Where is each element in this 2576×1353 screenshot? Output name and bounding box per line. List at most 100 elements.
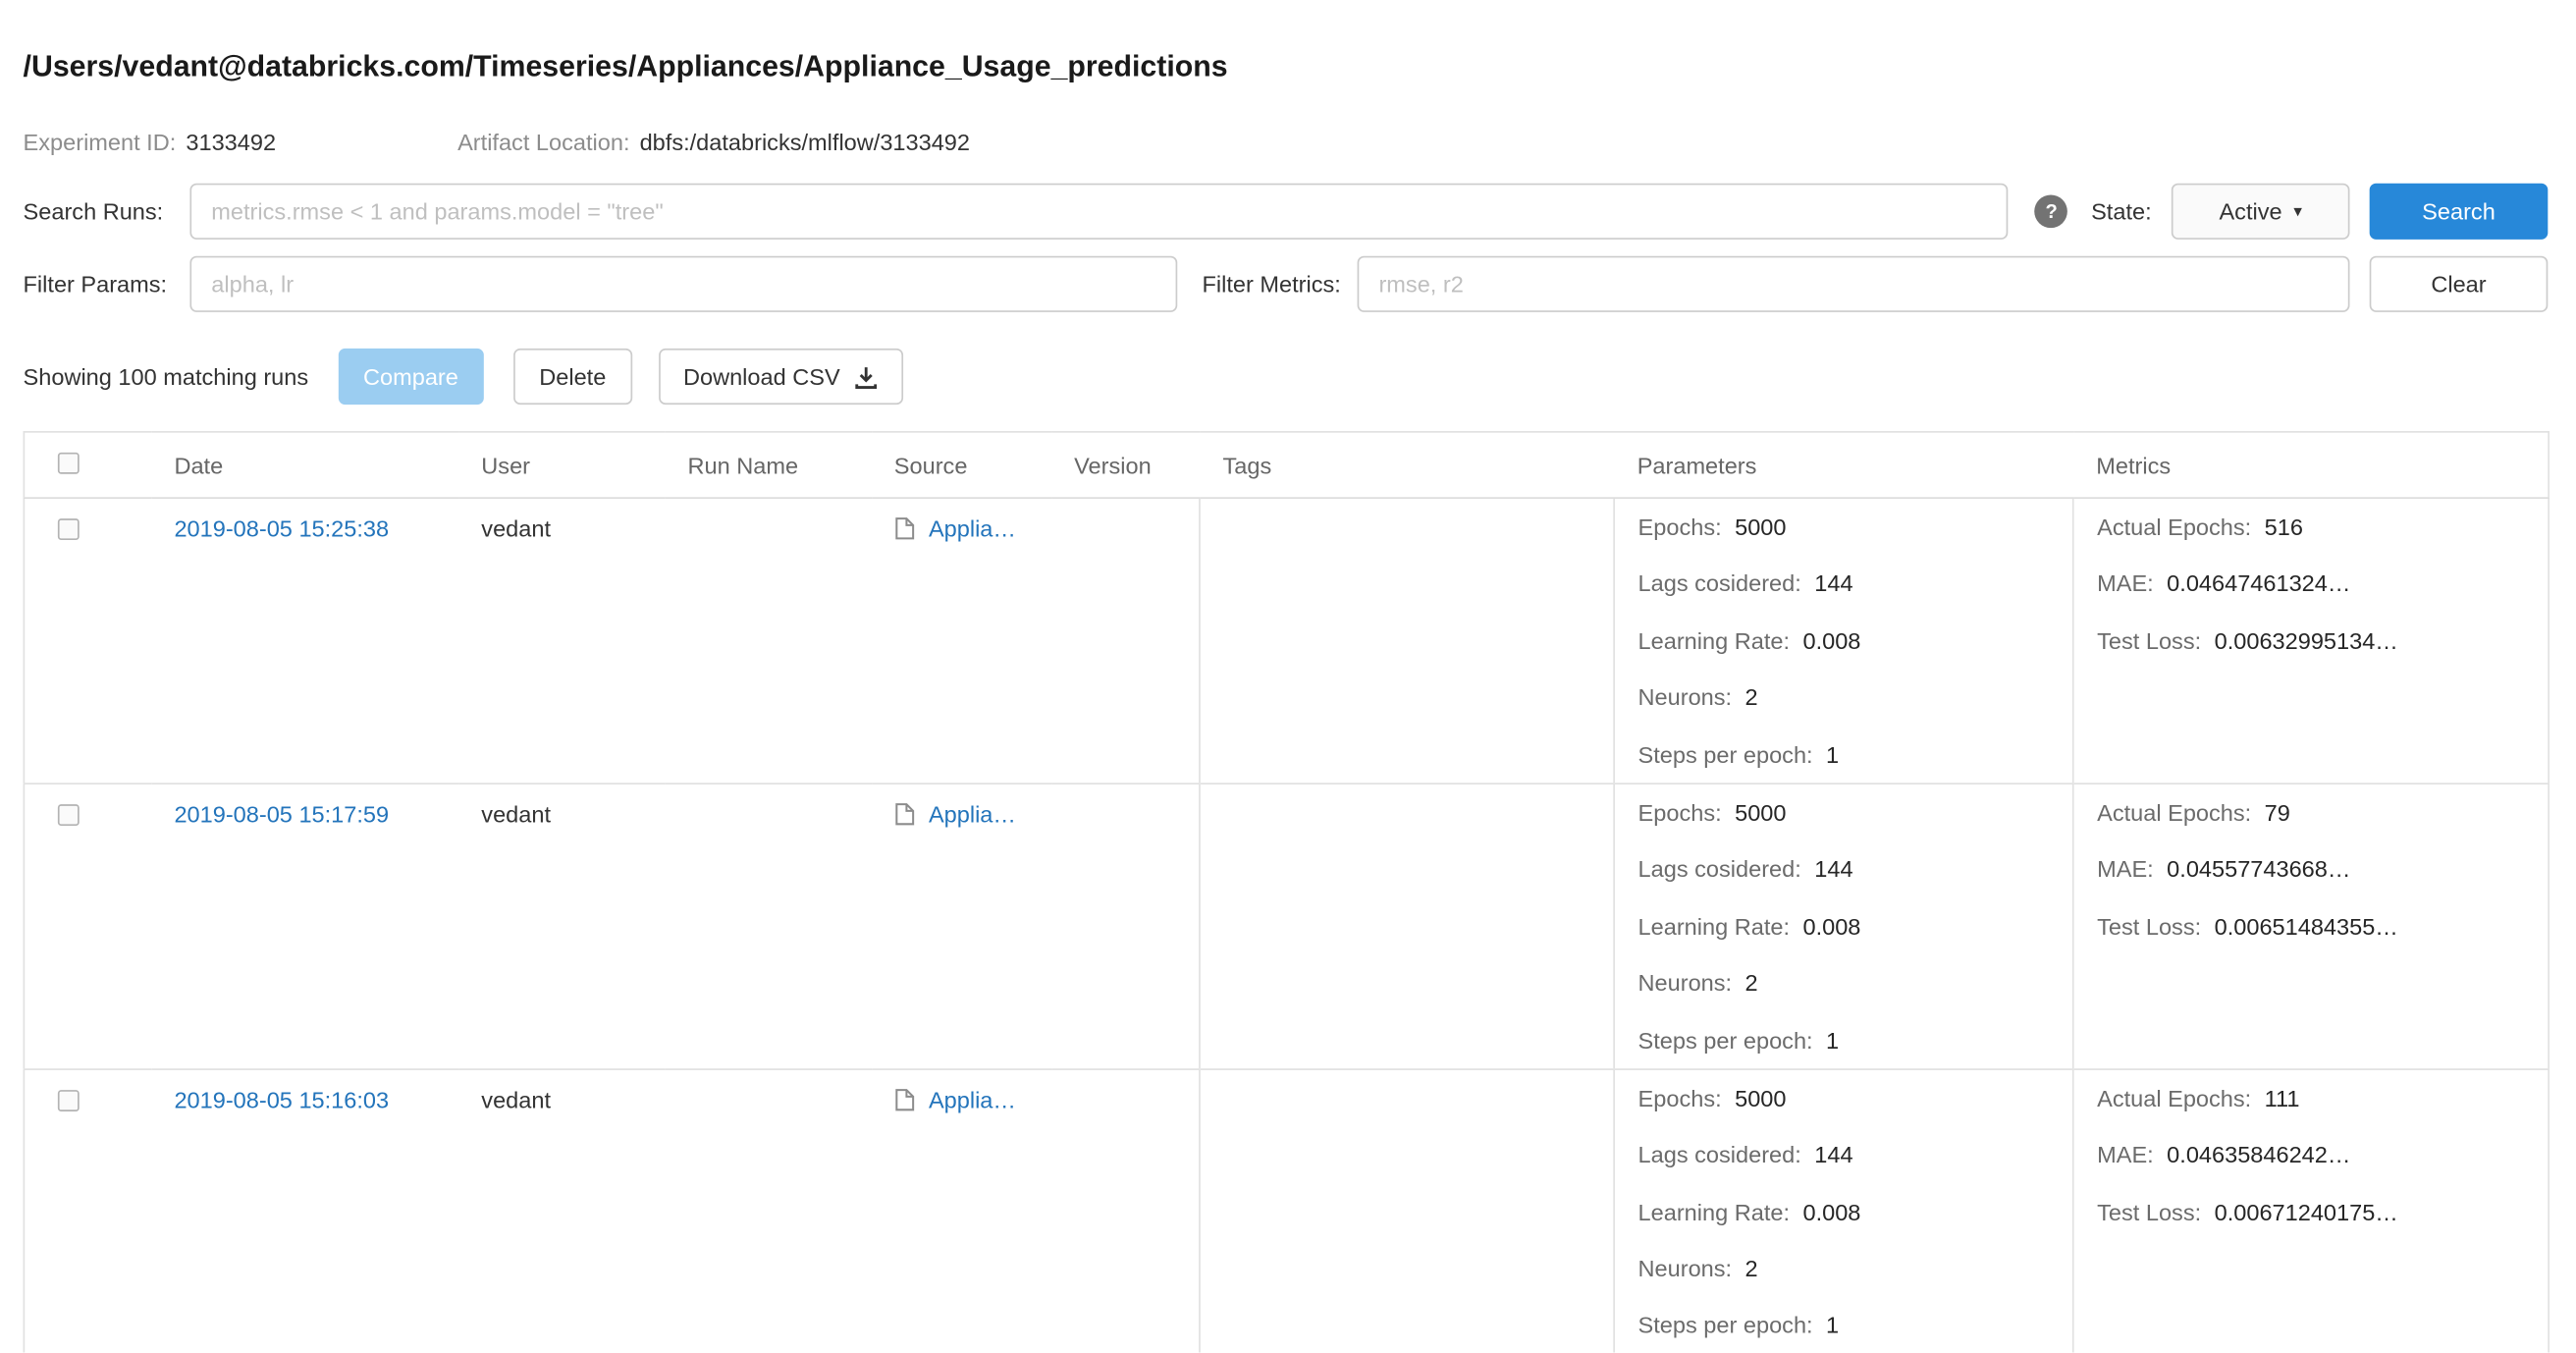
experiment-id-label: Experiment ID: [24,129,177,155]
filter-params-label: Filter Params: [24,271,190,298]
cell-date: 2019-08-05 15:17:59 [151,784,458,1069]
key-value-line: Neurons: 2 [1638,1240,2050,1297]
key-value-label: Test Loss: [2097,1199,2201,1225]
state-label: State: [2091,198,2152,225]
key-value-value: 144 [1814,1142,1852,1168]
key-value-line: Actual Epochs:79 [2097,785,2525,841]
run-source-link[interactable]: Applia… [929,1087,1016,1113]
key-value-label: Test Loss: [2097,913,2201,940]
key-value-value: 79 [2265,799,2290,826]
table-row: 2019-08-05 15:16:03 vedant Applia… Epoch… [24,1069,2549,1353]
table-row: 2019-08-05 15:25:38 vedant Applia… Epoch… [24,498,2549,784]
cell-source: Applia… [871,784,1050,1069]
key-value-line: Lags cosidered: 144 [1638,556,2050,613]
artifact-location-value: dbfs:/databricks/mlflow/3133492 [640,129,970,155]
key-value-label: Neurons: [1638,970,1733,997]
help-icon[interactable]: ? [2035,194,2068,228]
table-body: 2019-08-05 15:25:38 vedant Applia… Epoch… [24,498,2549,1352]
key-value-label: Learning Rate: [1638,627,1790,654]
run-date-link[interactable]: 2019-08-05 15:16:03 [174,1087,389,1113]
filter-row: Filter Params: Filter Metrics: Clear [24,256,2549,312]
run-date-link[interactable]: 2019-08-05 15:25:38 [174,515,389,542]
cell-tags [1200,784,1614,1069]
row-checkbox[interactable] [58,804,80,826]
cell-run-name [665,784,871,1069]
key-value-value: 144 [1814,570,1852,597]
key-value-label: Neurons: [1638,684,1733,711]
cell-checkbox [24,498,151,784]
table-header-row: DateUserRun NameSourceVersionTagsParamet… [24,432,2549,498]
experiment-page: /Users/vedant@databricks.com/Timeseries/… [0,0,2576,1353]
key-value-label: Test Loss: [2097,627,2201,654]
key-value-label: MAE: [2097,856,2154,883]
chevron-down-icon: ▾ [2293,202,2301,221]
column-header-date: Date [151,432,458,498]
experiment-id-value: 3133492 [186,129,276,155]
delete-button[interactable]: Delete [513,349,632,405]
key-value-label: Actual Epochs: [2097,1085,2251,1111]
key-value-label: Steps per epoch: [1638,740,1813,767]
key-value-label: Neurons: [1638,1255,1733,1281]
key-value-label: Lags cosidered: [1638,856,1801,883]
key-value-label: Steps per epoch: [1638,1026,1813,1053]
run-date-link[interactable]: 2019-08-05 15:17:59 [174,801,389,828]
experiment-meta: Experiment ID: 3133492 Artifact Location… [24,128,2549,157]
cell-version [1051,784,1200,1069]
key-value-label: Actual Epochs: [2097,514,2251,540]
key-value-value: 2 [1745,1255,1758,1281]
cell-source: Applia… [871,1069,1050,1353]
key-value-value: 0.04647461324… [2167,570,2350,597]
column-header-metrics: Metrics [2073,432,2549,498]
key-value-value: 2 [1745,970,1758,997]
cell-tags [1200,1069,1614,1353]
search-runs-input[interactable] [189,184,2009,240]
cell-metrics: Actual Epochs:79 MAE: 0.04557743668… Test… [2073,784,2549,1069]
column-header-source: Source [871,432,1050,498]
key-value-line: Test Loss:0.00651484355… [2097,898,2525,955]
key-value-line: Learning Rate:0.008 [1638,898,2050,955]
filter-params-input[interactable] [189,256,1177,312]
key-value-label: Learning Rate: [1638,913,1790,940]
state-dropdown[interactable]: Active ▾ [2172,184,2350,240]
key-value-label: Epochs: [1638,799,1722,826]
search-runs-row: Search Runs: ? State: Active ▾ Search [24,184,2549,240]
key-value-label: Epochs: [1638,1085,1722,1111]
search-runs-label: Search Runs: [24,198,190,225]
key-value-label: Lags cosidered: [1638,1142,1801,1168]
key-value-value: 516 [2265,514,2303,540]
download-csv-button[interactable]: Download CSV [659,349,903,405]
search-button[interactable]: Search [2370,184,2549,240]
row-checkbox[interactable] [58,1090,80,1111]
key-value-line: Steps per epoch:1 [1638,1011,2050,1068]
cell-run-name [665,1069,871,1353]
download-icon [853,364,878,389]
key-value-label: Lags cosidered: [1638,570,1801,597]
key-value-line: Epochs: 5000 [1638,1070,2050,1127]
cell-metrics: Actual Epochs:111 MAE:0.04635846242… Tes… [2073,1069,2549,1353]
key-value-line: Learning Rate:0.008 [1638,1183,2050,1240]
key-value-label: MAE: [2097,570,2154,597]
column-header-run-name: Run Name [665,432,871,498]
matching-runs-count: Showing 100 matching runs [24,363,309,390]
key-value-value: 144 [1814,856,1852,883]
row-checkbox[interactable] [58,518,80,540]
select-all-checkbox[interactable] [58,452,80,473]
run-source-link[interactable]: Applia… [929,515,1016,542]
key-value-value: 5000 [1735,1085,1786,1111]
key-value-line: Test Loss:0.00632995134… [2097,613,2525,670]
key-value-line: Test Loss:0.00671240175… [2097,1183,2525,1240]
cell-user: vedant [458,498,665,784]
key-value-line: Lags cosidered: 144 [1638,1127,2050,1184]
key-value-value: 0.04557743668… [2167,856,2350,883]
table-row: 2019-08-05 15:17:59 vedant Applia… Epoch… [24,784,2549,1069]
cell-tags [1200,498,1614,784]
key-value-line: Actual Epochs: 516 [2097,499,2525,556]
filter-metrics-input[interactable] [1358,256,2350,312]
run-source-link[interactable]: Applia… [929,801,1016,828]
clear-button[interactable]: Clear [2370,256,2549,312]
artifact-location-label: Artifact Location: [457,129,629,155]
cell-user: vedant [458,784,665,1069]
compare-button[interactable]: Compare [338,349,483,405]
key-value-label: Learning Rate: [1638,1199,1790,1225]
key-value-line: Neurons:2 [1638,669,2050,726]
